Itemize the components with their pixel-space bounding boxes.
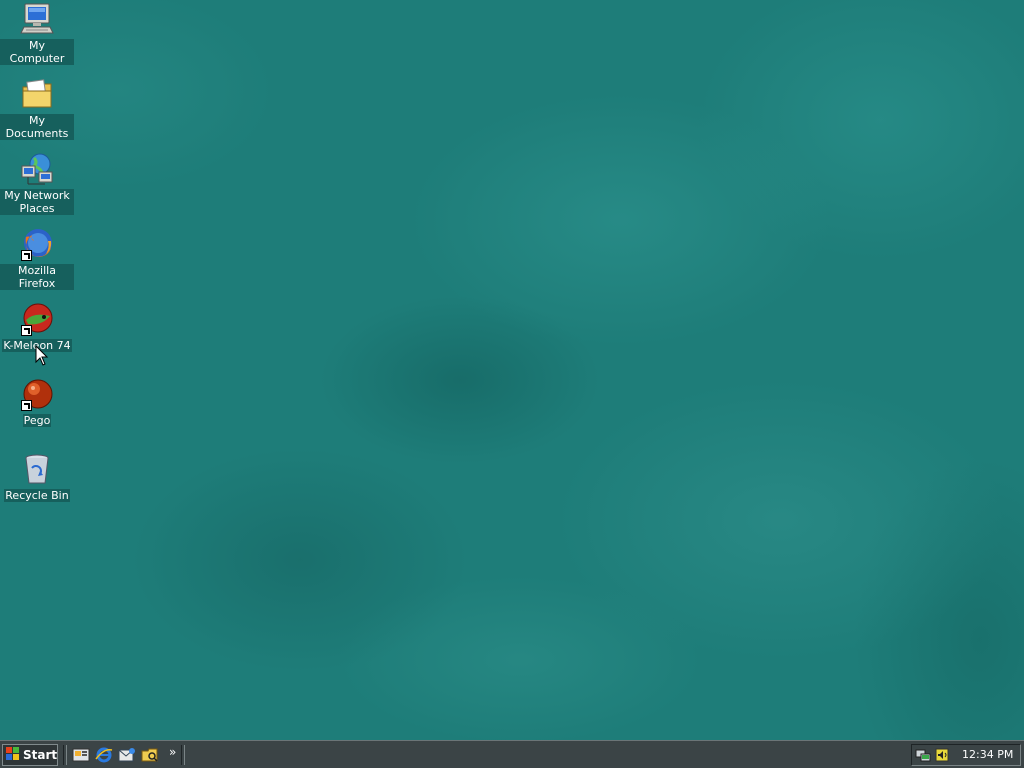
desktop-icon-my-computer[interactable]: My Computer xyxy=(0,2,74,65)
windows-explorer-icon[interactable] xyxy=(141,746,159,764)
desktop-icon-mozilla-firefox[interactable]: Mozilla Firefox xyxy=(0,227,74,290)
shortcut-arrow-icon xyxy=(21,400,32,411)
desktop[interactable]: My Computer My Documents My Network Plac… xyxy=(0,0,1024,740)
recycle-bin-icon xyxy=(20,452,54,486)
pego-icon xyxy=(20,377,54,411)
network-places-icon xyxy=(20,152,54,186)
start-button[interactable]: Start xyxy=(2,744,58,766)
show-desktop-icon[interactable] xyxy=(72,746,90,764)
taskbar-separator xyxy=(63,745,67,765)
desktop-icon-recycle-bin[interactable]: Recycle Bin xyxy=(0,452,74,502)
desktop-icon-my-documents[interactable]: My Documents xyxy=(0,77,74,140)
desktop-icon-label: My Network Places xyxy=(0,189,74,215)
my-documents-icon xyxy=(20,77,54,111)
shortcut-arrow-icon xyxy=(21,325,32,336)
desktop-icon-label: My Computer xyxy=(0,39,74,65)
desktop-icon-label: Mozilla Firefox xyxy=(0,264,74,290)
volume-tray-icon[interactable] xyxy=(934,747,950,767)
shortcut-arrow-icon xyxy=(21,250,32,261)
network-tray-icon[interactable] xyxy=(915,747,931,767)
internet-explorer-icon[interactable] xyxy=(95,746,113,764)
mouse-cursor-icon xyxy=(35,344,49,371)
start-label: Start xyxy=(23,748,58,762)
outlook-express-icon[interactable] xyxy=(118,746,136,764)
quick-launch-more-button[interactable]: » xyxy=(169,745,176,759)
desktop-icon-label: Recycle Bin xyxy=(4,489,70,502)
taskbar: Start » 12:34 PM xyxy=(0,740,1024,768)
my-computer-icon xyxy=(20,2,54,36)
taskbar-separator xyxy=(181,745,185,765)
windows-logo-icon xyxy=(6,746,20,764)
desktop-icon-pego[interactable]: Pego xyxy=(0,377,74,427)
firefox-icon xyxy=(20,227,54,261)
desktop-icon-label: My Documents xyxy=(0,114,74,140)
k-meleon-icon xyxy=(20,302,54,336)
desktop-icon-my-network-places[interactable]: My Network Places xyxy=(0,152,74,215)
desktop-icon-label: Pego xyxy=(22,414,52,427)
system-tray: 12:34 PM xyxy=(911,744,1021,766)
clock[interactable]: 12:34 PM xyxy=(962,748,1013,761)
